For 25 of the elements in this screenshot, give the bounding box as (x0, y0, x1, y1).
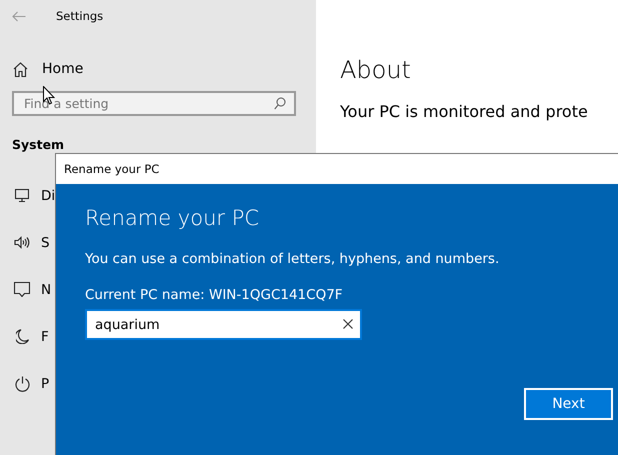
clear-icon[interactable] (343, 319, 353, 329)
window-title: Settings (56, 9, 104, 23)
speaker-icon (14, 236, 30, 249)
power-icon (14, 376, 30, 392)
dialog-description: You can use a combination of letters, hyphens, and numbers. (85, 251, 500, 267)
dialog-title: Rename your PC (64, 162, 160, 176)
home-link[interactable]: Home (42, 61, 84, 77)
monitor-icon (15, 189, 29, 202)
sidebar-item[interactable]: Di (41, 188, 56, 204)
dialog-heading: Rename your PC (85, 206, 260, 232)
status-text: Your PC is monitored and prote (340, 102, 589, 121)
current-name-text: Current PC name: WIN-1QGC141CQ7F (85, 287, 344, 303)
sidebar-item[interactable]: F (41, 328, 49, 344)
sidebar-item[interactable]: P (41, 376, 50, 392)
message-icon (14, 282, 30, 297)
search-icon[interactable] (274, 97, 286, 110)
moon-icon (16, 329, 28, 344)
home-icon (13, 62, 28, 76)
page-heading: About (340, 56, 412, 86)
name-input-field[interactable]: aquarium (85, 309, 362, 340)
section-heading: System (12, 137, 66, 153)
next-button[interactable]: Next (524, 388, 613, 420)
sidebar-item[interactable]: N (41, 282, 52, 298)
sidebar-item[interactable]: S (41, 234, 50, 250)
search-field[interactable]: Find a setting (12, 91, 296, 116)
